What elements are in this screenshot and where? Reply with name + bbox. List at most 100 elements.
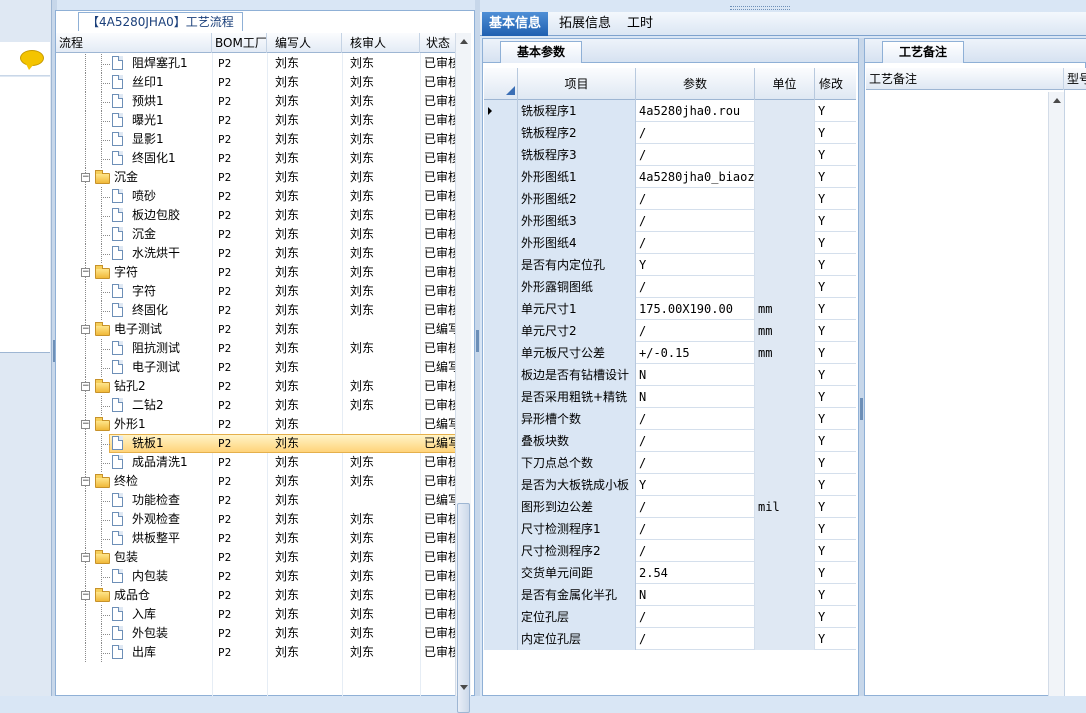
col-header-modify[interactable]: 修改	[815, 68, 856, 100]
param-modify-cell[interactable]: Y	[815, 562, 856, 584]
param-unit-cell[interactable]	[755, 100, 815, 122]
row-selector[interactable]	[484, 518, 518, 540]
subtab-process-remark[interactable]: 工艺备注	[882, 41, 965, 63]
param-value-cell[interactable]: /	[636, 540, 755, 562]
row-selector[interactable]	[484, 408, 518, 430]
collapse-icon[interactable]: −	[81, 382, 90, 391]
param-row[interactable]: 是否有金属化半孔 N Y	[484, 584, 856, 606]
param-unit-cell[interactable]	[755, 364, 815, 386]
row-selector[interactable]	[484, 342, 518, 364]
tree-row[interactable]: 预烘1 P2 刘东 刘东 已审核	[56, 92, 458, 111]
param-value-cell[interactable]: Y	[636, 254, 755, 276]
param-value-cell[interactable]: 4a5280jha0_biaoz...	[636, 166, 755, 188]
param-row[interactable]: 叠板块数 / Y	[484, 430, 856, 452]
tree-row[interactable]: 电子测试 P2 刘东 已编写	[56, 358, 458, 377]
row-selector[interactable]	[484, 320, 518, 342]
param-unit-cell[interactable]	[755, 518, 815, 540]
param-row[interactable]: 板边是否有钻槽设计 N Y	[484, 364, 856, 386]
col-header-status[interactable]: 状态	[420, 33, 458, 53]
row-selector[interactable]	[484, 496, 518, 518]
tree-row[interactable]: − 包装 P2 刘东 刘东 已审核	[56, 548, 458, 567]
row-selector[interactable]	[484, 474, 518, 496]
col-header-auditor[interactable]: 核审人	[342, 33, 420, 53]
param-modify-cell[interactable]: Y	[815, 474, 856, 496]
param-value-cell[interactable]: 175.00X190.00	[636, 298, 755, 320]
param-modify-cell[interactable]: Y	[815, 364, 856, 386]
tree-row[interactable]: 阻抗测试 P2 刘东 刘东 已审核	[56, 339, 458, 358]
param-value-cell[interactable]: N	[636, 364, 755, 386]
tab-extended-info[interactable]: 拓展信息	[552, 12, 618, 36]
param-value-cell[interactable]: +/-0.15	[636, 342, 755, 364]
remark-scrollbar[interactable]	[1048, 92, 1064, 696]
tree-row[interactable]: − 外形1 P2 刘东 已编写	[56, 415, 458, 434]
tree-row[interactable]: 外包装 P2 刘东 刘东 已审核	[56, 624, 458, 643]
param-value-cell[interactable]: /	[636, 320, 755, 342]
message-icon[interactable]	[20, 50, 44, 70]
tree-row[interactable]: 板边包胶 P2 刘东 刘东 已审核	[56, 206, 458, 225]
param-value-cell[interactable]: /	[636, 232, 755, 254]
param-row[interactable]: 单元板尺寸公差 +/-0.15 mm Y	[484, 342, 856, 364]
param-row[interactable]: 尺寸检测程序1/ Y	[484, 518, 856, 540]
tree-row[interactable]: 终固化1 P2 刘东 刘东 已审核	[56, 149, 458, 168]
param-row[interactable]: 铣板程序1 4a5280jha0.rou Y	[484, 100, 856, 122]
tree-row[interactable]: 显影1 P2 刘东 刘东 已审核	[56, 130, 458, 149]
param-value-cell[interactable]: /	[636, 276, 755, 298]
param-value-cell[interactable]: /	[636, 210, 755, 232]
param-unit-cell[interactable]	[755, 562, 815, 584]
param-row[interactable]: 定位孔层 / Y	[484, 606, 856, 628]
param-row[interactable]: 单元尺寸1 175.00X190.00 mm Y	[484, 298, 856, 320]
param-unit-cell[interactable]: mm	[755, 298, 815, 320]
tree-row[interactable]: 二钻2 P2 刘东 刘东 已审核	[56, 396, 458, 415]
tree-row[interactable]: − 沉金 P2 刘东 刘东 已审核	[56, 168, 458, 187]
tree-row[interactable]: 喷砂 P2 刘东 刘东 已审核	[56, 187, 458, 206]
param-row[interactable]: 交货单元间距 2.54 Y	[484, 562, 856, 584]
col-header-writer[interactable]: 编写人	[267, 33, 342, 53]
param-modify-cell[interactable]: Y	[815, 166, 856, 188]
param-value-cell[interactable]: 2.54	[636, 562, 755, 584]
row-selector[interactable]	[484, 166, 518, 188]
collapse-icon[interactable]: −	[81, 591, 90, 600]
param-modify-cell[interactable]: Y	[815, 298, 856, 320]
param-unit-cell[interactable]	[755, 144, 815, 166]
param-unit-cell[interactable]	[755, 474, 815, 496]
remark-header-model[interactable]: 型号	[1064, 68, 1086, 90]
col-header-item[interactable]: 项目	[518, 68, 636, 100]
param-unit-cell[interactable]	[755, 540, 815, 562]
row-selector[interactable]	[484, 210, 518, 232]
param-unit-cell[interactable]	[755, 166, 815, 188]
row-selector[interactable]	[484, 188, 518, 210]
top-grip-handle[interactable]	[730, 6, 790, 10]
param-row[interactable]: 外形露铜图纸 / Y	[484, 276, 856, 298]
param-row[interactable]: 外形图纸14a5280jha0_biaoz... Y	[484, 166, 856, 188]
row-selector[interactable]	[484, 584, 518, 606]
collapse-icon[interactable]: −	[81, 477, 90, 486]
param-row[interactable]: 外形图纸2/ Y	[484, 188, 856, 210]
param-modify-cell[interactable]: Y	[815, 496, 856, 518]
param-unit-cell[interactable]	[755, 628, 815, 650]
tree-row[interactable]: 出库 P2 刘东 刘东 已审核	[56, 643, 458, 662]
param-row[interactable]: 铣板程序2/ Y	[484, 122, 856, 144]
param-row[interactable]: 下刀点总个数 / Y	[484, 452, 856, 474]
collapse-icon[interactable]: −	[81, 325, 90, 334]
tree-row[interactable]: 丝印1 P2 刘东 刘东 已审核	[56, 73, 458, 92]
param-value-cell[interactable]: /	[636, 408, 755, 430]
param-row[interactable]: 内定位孔层 / Y	[484, 628, 856, 650]
tree-row[interactable]: 外观检查 P2 刘东 刘东 已审核	[56, 510, 458, 529]
row-selector[interactable]	[484, 628, 518, 650]
param-modify-cell[interactable]: Y	[815, 320, 856, 342]
param-value-cell[interactable]: N	[636, 584, 755, 606]
param-value-cell[interactable]: /	[636, 606, 755, 628]
tree-row[interactable]: 入库 P2 刘东 刘东 已审核	[56, 605, 458, 624]
param-value-cell[interactable]: /	[636, 144, 755, 166]
row-selector[interactable]	[484, 276, 518, 298]
param-row[interactable]: 是否有内定位孔 Y Y	[484, 254, 856, 276]
tree-row[interactable]: 烘板整平 P2 刘东 刘东 已审核	[56, 529, 458, 548]
tree-row[interactable]: − 成品仓 P2 刘东 刘东 已审核	[56, 586, 458, 605]
param-row[interactable]: 单元尺寸2/mm Y	[484, 320, 856, 342]
col-header-unit[interactable]: 单位	[755, 68, 815, 100]
tree-row[interactable]: 沉金 P2 刘东 刘东 已审核	[56, 225, 458, 244]
param-value-cell[interactable]: Y	[636, 474, 755, 496]
param-modify-cell[interactable]: Y	[815, 408, 856, 430]
param-unit-cell[interactable]	[755, 386, 815, 408]
tree-row[interactable]: 字符 P2 刘东 刘东 已审核	[56, 282, 458, 301]
